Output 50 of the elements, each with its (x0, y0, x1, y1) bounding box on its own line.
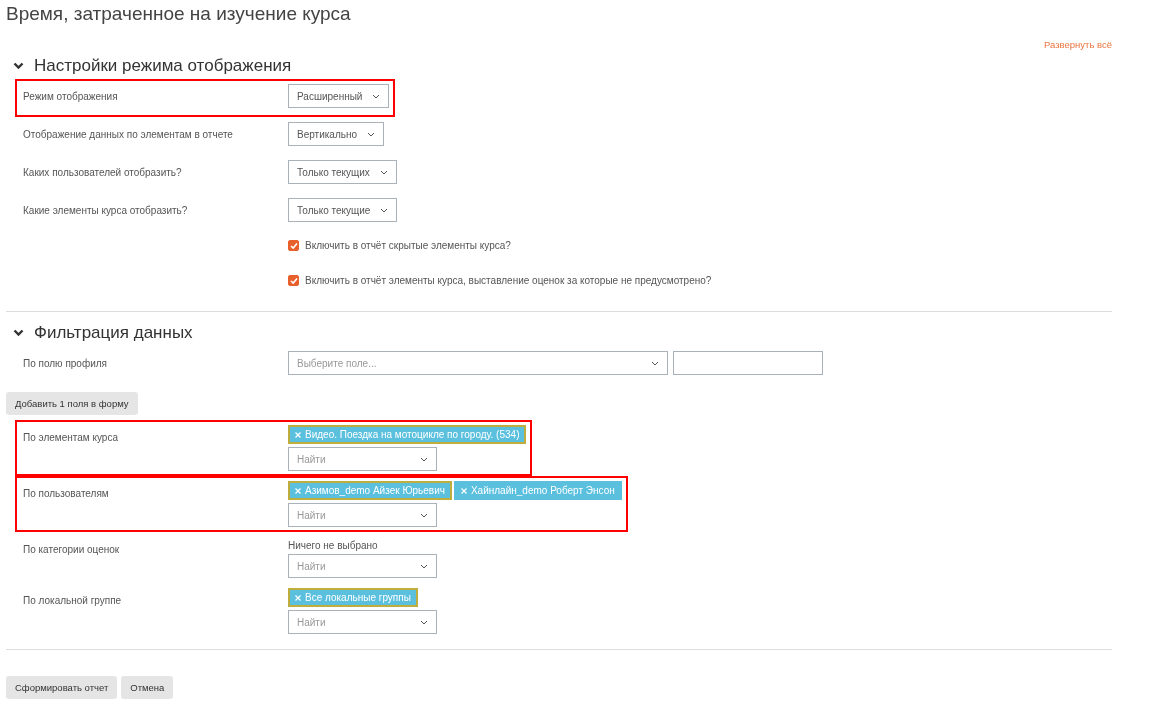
search-dropdown[interactable]: Найти (288, 503, 437, 527)
field-label: По категории оценок (23, 544, 120, 555)
dropdown[interactable]: Расширенный (288, 84, 390, 108)
field-select[interactable]: Выберите поле... (288, 351, 668, 375)
field-label: Отображение данных по элементам в отчете (23, 129, 233, 140)
field-label: По полю профиля (23, 358, 107, 369)
chevron-down-icon[interactable] (13, 329, 24, 337)
dropdown[interactable]: Вертикально (288, 122, 385, 146)
caret-icon (380, 207, 389, 213)
caret-icon (372, 93, 381, 99)
selection-tag[interactable]: Азимов_demo Айзек Юрьевич (288, 481, 452, 500)
field-label: Каких пользователей отобразить? (23, 167, 182, 178)
search-dropdown[interactable]: Найти (288, 447, 437, 471)
selection-tag[interactable]: Хайнлайн_demo Роберт Энсон (453, 481, 622, 500)
checkbox[interactable] (288, 275, 299, 286)
section-title: Настройки режима отображения (34, 56, 292, 76)
field-label: По локальной группе (23, 595, 122, 606)
close-icon[interactable] (295, 431, 301, 438)
selection-tag[interactable]: Все локальные группы (288, 588, 418, 607)
caret-icon (420, 456, 428, 462)
section-title: Фильтрация данных (34, 323, 193, 343)
checkbox-label: Включить в отчёт элементы курса, выставление оценок за которые не предусмотрено? (305, 275, 712, 286)
caret-icon (651, 360, 659, 366)
selection-tag[interactable]: Видео. Поездка на мотоцикле по городу. (534) (288, 425, 527, 444)
close-icon[interactable] (295, 594, 301, 601)
checkbox-label: Включить в отчёт скрытые элементы курса? (305, 240, 511, 251)
text-field[interactable] (673, 351, 823, 375)
expand-all-link[interactable]: Развернуть всё (1044, 39, 1112, 53)
field-label: По пользователям (23, 488, 109, 499)
field-label: Режим отображения (23, 91, 118, 102)
close-icon[interactable] (295, 487, 301, 494)
checkbox[interactable] (288, 240, 299, 251)
dropdown[interactable]: Только текущие (288, 198, 398, 222)
caret-icon (379, 169, 388, 175)
dropdown[interactable]: Только текущих (288, 160, 397, 184)
caret-icon (420, 563, 428, 569)
empty-text: Ничего не выбрано (288, 539, 378, 551)
page-title: Время, затраченное на изучение курса (6, 2, 352, 25)
caret-icon (420, 619, 428, 625)
field-label: Какие элементы курса отобразить? (23, 205, 188, 216)
field-label: По элементам курса (23, 432, 118, 443)
caret-icon (367, 131, 376, 137)
add-field-button[interactable]: Добавить 1 поля в форму (6, 392, 138, 415)
cancel-button[interactable]: Отмена (121, 676, 174, 699)
search-dropdown[interactable]: Найти (288, 610, 437, 634)
chevron-down-icon[interactable] (13, 62, 24, 70)
submit-button[interactable]: Сформировать отчет (6, 676, 118, 699)
search-dropdown[interactable]: Найти (288, 554, 437, 578)
caret-icon (420, 512, 428, 518)
close-icon[interactable] (460, 487, 467, 494)
